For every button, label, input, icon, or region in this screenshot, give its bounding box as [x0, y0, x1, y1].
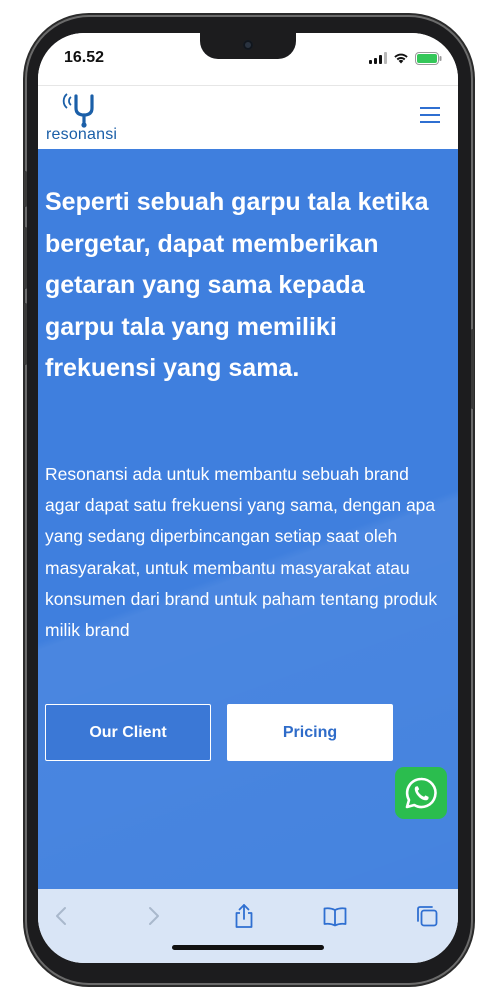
- site-header: resonansi: [38, 85, 458, 150]
- wifi-icon: [394, 53, 408, 64]
- hero-section: Seperti sebuah garpu tala ketika bergeta…: [38, 149, 458, 893]
- resonansi-logo[interactable]: resonansi: [44, 88, 134, 146]
- signal-icon: [369, 52, 387, 64]
- status-icons: [369, 51, 442, 65]
- menu-line: [420, 107, 440, 109]
- hero-title: Seperti sebuah garpu tala ketika bergeta…: [45, 188, 429, 382]
- bookmarks-icon[interactable]: [322, 903, 348, 929]
- home-indicator[interactable]: [172, 945, 324, 950]
- back-icon[interactable]: [49, 903, 75, 929]
- share-icon[interactable]: [231, 903, 257, 929]
- volume-down-button: [24, 303, 27, 365]
- volume-up-button: [24, 227, 27, 289]
- phone-screen: 16.52 resonansi Seperti sebuah garpu tal…: [38, 33, 458, 963]
- status-bar: 16.52: [38, 33, 458, 85]
- power-button: [471, 329, 474, 409]
- battery-icon: [415, 51, 442, 65]
- tabs-icon[interactable]: [414, 903, 440, 929]
- our-client-button[interactable]: Our Client: [45, 704, 211, 761]
- status-time: 16.52: [64, 49, 105, 66]
- menu-line: [420, 121, 440, 123]
- pricing-button[interactable]: Pricing: [227, 704, 393, 761]
- whatsapp-button[interactable]: [395, 767, 447, 819]
- notch: [200, 33, 296, 59]
- hero-description: Resonansi ada untuk membantu sebuah bran…: [45, 464, 438, 641]
- mute-switch: [24, 171, 27, 207]
- whatsapp-icon: [405, 777, 437, 809]
- hamburger-menu-button[interactable]: [420, 106, 440, 124]
- camera-icon: [243, 40, 253, 50]
- logo-text: resonansi: [46, 126, 118, 143]
- tuning-fork-logo-icon: [62, 93, 94, 128]
- forward-icon[interactable]: [140, 903, 166, 929]
- menu-line: [420, 114, 440, 116]
- browser-toolbar: [38, 889, 458, 963]
